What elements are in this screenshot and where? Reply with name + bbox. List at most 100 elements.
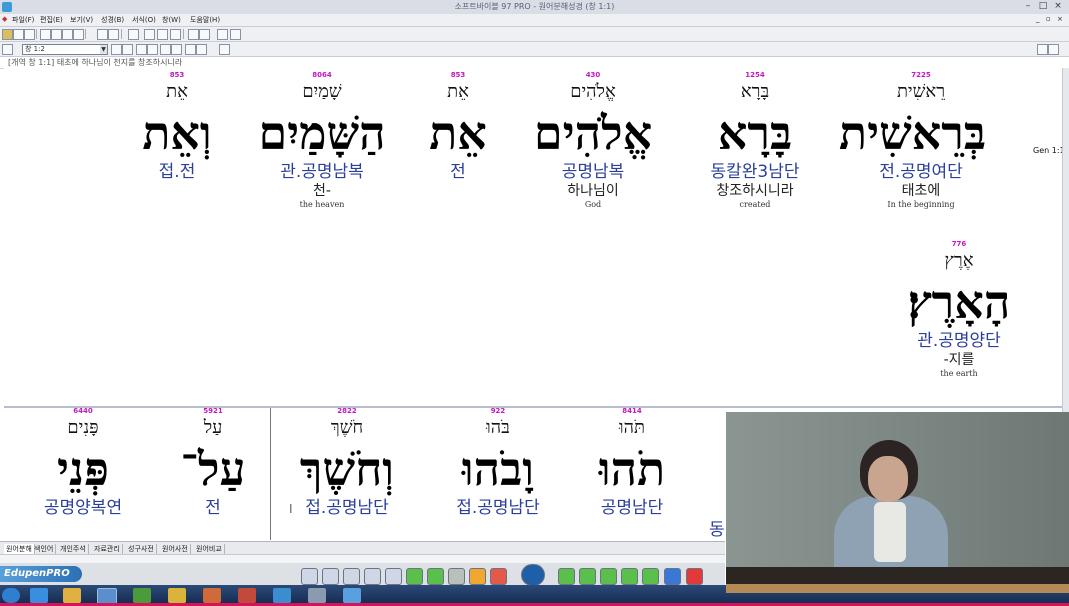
nav-6-icon[interactable] (171, 44, 182, 55)
mdi-close-button[interactable]: × (1057, 15, 1063, 23)
strongs-number[interactable]: 6440 (18, 407, 148, 416)
strongs-number[interactable]: 430 (528, 71, 658, 80)
undo-icon[interactable] (73, 29, 84, 40)
layout-1-icon[interactable] (128, 29, 139, 40)
strongs-number[interactable]: 7225 (856, 71, 986, 80)
tool-1-icon[interactable] (188, 29, 199, 40)
tab-concordance[interactable]: 성구사전 (126, 544, 157, 554)
power-icon[interactable] (686, 568, 703, 585)
document-task-icon[interactable] (343, 588, 361, 603)
paste-icon[interactable] (62, 29, 73, 40)
tip-icon[interactable] (217, 29, 228, 40)
layout-2-icon[interactable] (144, 29, 155, 40)
nav-5-icon[interactable] (160, 44, 171, 55)
edupen-main-icon[interactable] (521, 564, 545, 586)
sync-icon[interactable] (219, 44, 230, 55)
nav-3-icon[interactable] (136, 44, 147, 55)
word-card[interactable]: 776 אֶרֶץ הָאָרֶץ׃ 관.공명양단 -지를 the earth (894, 240, 1024, 379)
word-card[interactable]: 430 אֱלֹהִים אֱלֹהִים 공명남복 하나님이 God (528, 71, 658, 210)
menu-file[interactable]: 파일(F) (12, 15, 34, 25)
tab-personal-notes[interactable]: 개인주석 (58, 544, 89, 554)
print-icon[interactable] (97, 29, 108, 40)
next-arrow-icon[interactable] (1048, 44, 1059, 55)
tab-analysis[interactable]: 원어분해 (4, 544, 35, 554)
open-book-icon[interactable] (2, 29, 13, 40)
menu-window[interactable]: 창(W) (162, 15, 181, 25)
preview-icon[interactable] (108, 29, 119, 40)
media-icon[interactable] (133, 588, 151, 603)
pointer-icon[interactable] (385, 568, 402, 585)
word-card[interactable]: 8064 שָׁמַיִם הַשָּׁמַיִם 관.공명남복 천- the … (257, 71, 387, 210)
page-3-icon[interactable] (600, 568, 617, 585)
strongs-number[interactable]: 776 (894, 240, 1024, 249)
help-icon[interactable] (230, 29, 241, 40)
menu-view[interactable]: 보기(V) (70, 15, 93, 25)
marker-icon[interactable] (343, 568, 360, 585)
nav-1-icon[interactable] (111, 44, 122, 55)
word-card[interactable]: 853 אֵת וְאֵת 접.전 (112, 71, 242, 183)
brush-icon[interactable] (322, 568, 339, 585)
strongs-number[interactable]: 922 (433, 407, 563, 416)
strongs-number[interactable]: 853 (112, 71, 242, 80)
word-card[interactable]: 5921 עַל עַל־ 전 (148, 407, 278, 519)
close-button[interactable]: × (1052, 1, 1064, 12)
settings-icon[interactable] (490, 568, 507, 585)
network-icon[interactable] (273, 588, 291, 603)
eraser-icon[interactable] (364, 568, 381, 585)
tool-task-icon[interactable] (168, 588, 186, 603)
save-icon[interactable] (24, 29, 35, 40)
word-card[interactable]: 2822 חֹשֶׁךְ וְחֹשֶׁךְ 접.공명남단 (282, 407, 412, 519)
cut-icon[interactable] (40, 29, 51, 40)
tab-lexicon[interactable]: 원어사전 (160, 544, 191, 554)
page-5-icon[interactable] (642, 568, 659, 585)
misc-task-icon[interactable] (308, 588, 326, 603)
word-card[interactable]: 8414 תֹּהוּ תֹהוּ 공명남단 (567, 407, 697, 519)
menu-edit[interactable]: 편집(E) (40, 15, 63, 25)
pen-icon[interactable] (301, 568, 318, 585)
page-4-icon[interactable] (621, 568, 638, 585)
tab-resources[interactable]: 자료관리 (92, 544, 123, 554)
chevron-down-icon[interactable]: ▼ (100, 45, 107, 54)
word-card[interactable]: 7225 רֵאשִׁית בְּרֵאשִׁית 전.공명여단 태초에 In … (839, 71, 986, 210)
office-icon[interactable] (203, 588, 221, 603)
word-card[interactable]: 6440 פָּנִים פְּנֵי 공명양복연 (18, 407, 148, 519)
page-2-icon[interactable] (579, 568, 596, 585)
tool-2-icon[interactable] (199, 29, 210, 40)
menu-help[interactable]: 도움말(H) (190, 15, 220, 25)
strongs-number[interactable]: 853 (393, 71, 523, 80)
menu-bible[interactable]: 성경(B) (101, 15, 124, 25)
chapter-select[interactable]: 창 1:2 ▼ (22, 44, 108, 55)
nav-2-icon[interactable] (122, 44, 133, 55)
panel-icon[interactable] (2, 44, 13, 55)
green-tool-1-icon[interactable] (406, 568, 423, 585)
strongs-number[interactable]: 8064 (257, 71, 387, 80)
word-card[interactable]: 1254 בָּרָא בָּרָא 동칼완3남단 창조하시니라 created (690, 71, 820, 210)
maximize-button[interactable]: □ (1037, 1, 1049, 12)
nav-4-icon[interactable] (147, 44, 158, 55)
word-card[interactable]: 853 אֵת אֵת 전 (393, 71, 523, 183)
help-circle-icon[interactable] (664, 568, 681, 585)
layout-3-icon[interactable] (157, 29, 168, 40)
strongs-number[interactable]: 8414 (567, 407, 697, 416)
prev-arrow-icon[interactable] (1037, 44, 1048, 55)
viewer-icon[interactable] (238, 588, 256, 603)
tab-comparison[interactable]: 원어비교 (194, 544, 225, 554)
menu-format[interactable]: 서식(O) (132, 15, 156, 25)
layout-4-icon[interactable] (170, 29, 181, 40)
green-tool-2-icon[interactable] (427, 568, 444, 585)
minimize-button[interactable]: – (1022, 1, 1034, 12)
zoom-icon[interactable] (196, 44, 207, 55)
start-button[interactable] (2, 588, 20, 603)
wrench-icon[interactable] (469, 568, 486, 585)
strongs-number[interactable]: 2822 (282, 407, 412, 416)
tab-index[interactable]: 색인어 (32, 544, 57, 554)
strongs-number[interactable]: 1254 (690, 71, 820, 80)
search-icon[interactable] (185, 44, 196, 55)
menu-doc-icon[interactable]: ◆ (2, 15, 7, 23)
copy-icon[interactable] (51, 29, 62, 40)
mdi-minimize-button[interactable]: _ (1036, 15, 1040, 23)
strongs-number[interactable]: 5921 (148, 407, 278, 416)
mdi-restore-button[interactable]: ▫ (1046, 15, 1051, 23)
disabled-tool-icon[interactable] (448, 568, 465, 585)
word-card[interactable]: 922 בֹּהוּ וָבֹהוּ 접.공명남단 (433, 407, 563, 519)
